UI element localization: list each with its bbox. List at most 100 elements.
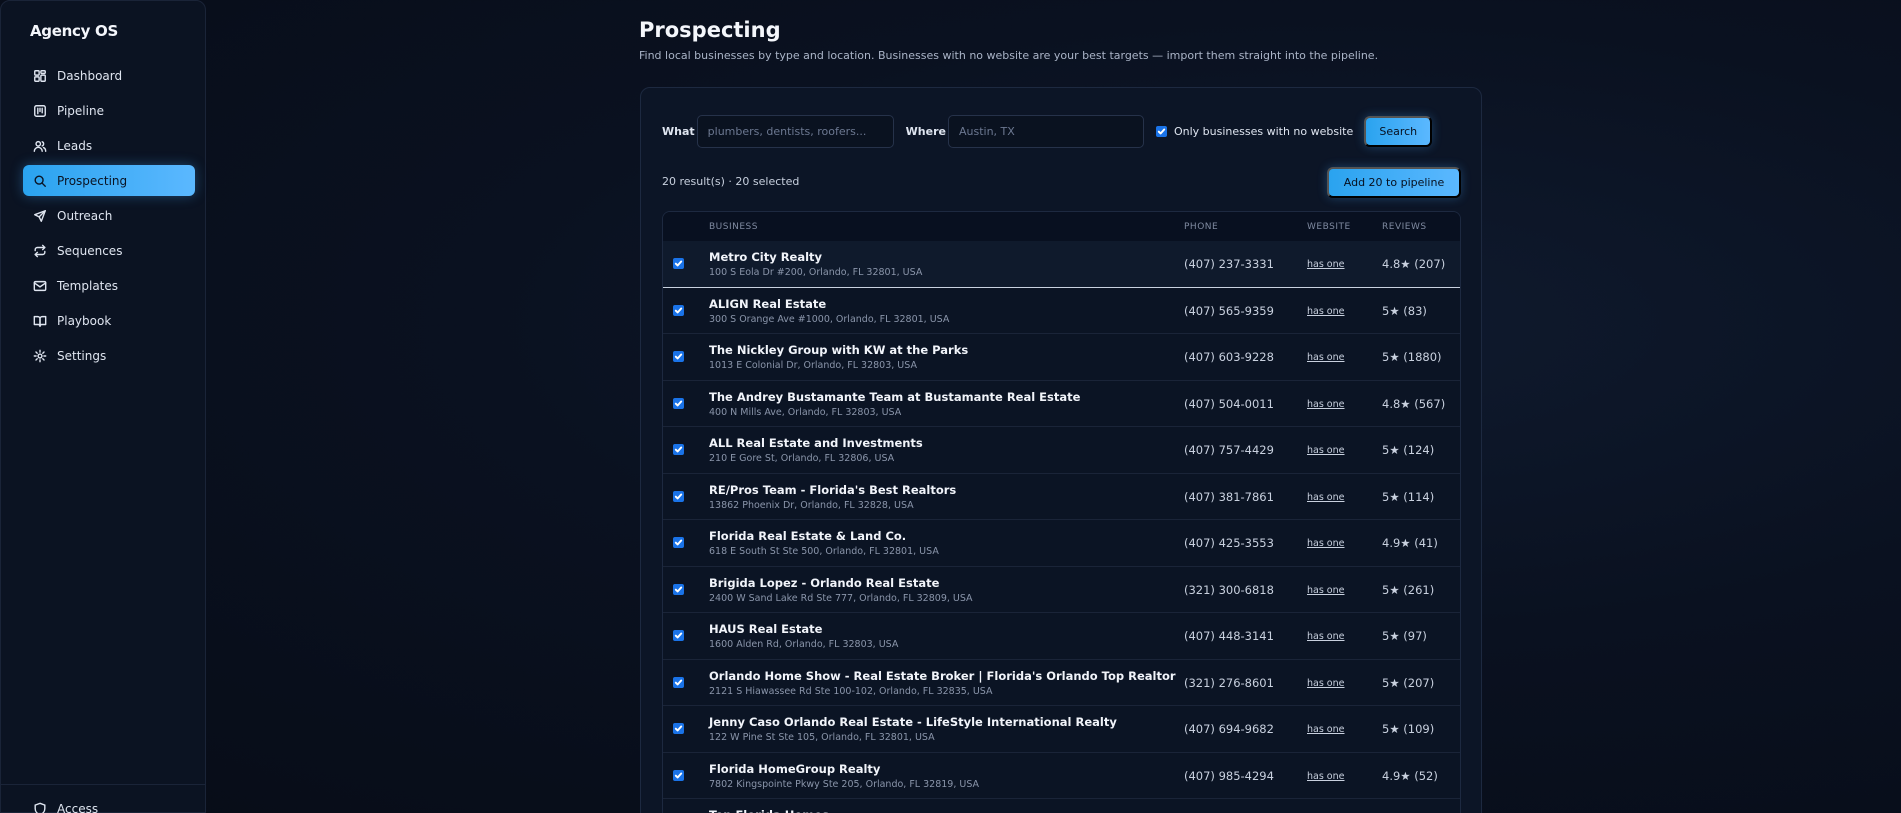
table-row[interactable]: The Andrey Bustamante Team at Bustamante…	[663, 381, 1460, 427]
sidebar-item-sequences[interactable]: Sequences	[23, 235, 195, 266]
sidebar-item-settings[interactable]: Settings	[23, 340, 195, 371]
gear-icon	[33, 349, 47, 362]
business-phone: (321) 276-8601	[1184, 675, 1274, 690]
sidebar-item-label: Templates	[57, 278, 119, 293]
row-checkbox[interactable]	[673, 304, 684, 316]
website-link[interactable]: has one	[1307, 259, 1345, 270]
business-phone: (407) 985-4294	[1184, 768, 1274, 783]
sidebar-item-dashboard[interactable]: Dashboard	[23, 60, 195, 91]
row-checkbox[interactable]	[673, 583, 684, 595]
table-row[interactable]: Metro City Realty 100 S Eola Dr #200, Orl…	[663, 241, 1460, 288]
shield-icon	[34, 802, 46, 813]
business-reviews: 4.8★ (567)	[1382, 396, 1446, 411]
business-name: The Nickley Group with KW at the Parks	[709, 343, 969, 357]
sidebar-nav: Dashboard Pipeline Leads Prospecting Out…	[1, 60, 205, 371]
business-reviews: 4.9★ (41)	[1382, 536, 1438, 550]
table-row[interactable]: Brigida Lopez - Orlando Real Estate 2400 …	[663, 567, 1460, 613]
table-row[interactable]: The Nickley Group with KW at the Parks 10…	[663, 334, 1460, 381]
website-link[interactable]: has one	[1307, 306, 1345, 317]
row-checkbox[interactable]	[673, 351, 684, 362]
sidebar-item-label: Dashboard	[57, 68, 123, 83]
table-row[interactable]: Florida HomeGroup Realty 7802 Kingspointe…	[663, 753, 1460, 799]
business-reviews: 5★ (124)	[1382, 443, 1435, 457]
no-website-checkbox[interactable]	[1155, 125, 1167, 137]
business-address: 2121 S Hiawassee Rd Ste 100-102, Orlando…	[709, 685, 993, 697]
website-link[interactable]: has one	[1307, 445, 1345, 456]
website-link[interactable]: has one	[1307, 771, 1345, 782]
sidebar-item-label: Pipeline	[57, 103, 104, 118]
website-link[interactable]: has one	[1307, 585, 1345, 596]
sidebar: Agency OS Dashboard Pipeline Leads Prosp…	[0, 0, 206, 813]
where-label: Where	[905, 124, 946, 138]
business-name: RE/Pros Team - Florida's Best Realtors	[709, 482, 957, 497]
website-link[interactable]: has one	[1307, 492, 1345, 503]
sidebar-item-leads[interactable]: Leads	[23, 130, 195, 161]
business-phone: (407) 603-9228	[1184, 350, 1274, 364]
website-link[interactable]: has one	[1307, 352, 1345, 363]
business-name: Metro City Realty	[709, 250, 823, 264]
sidebar-item-pipeline[interactable]: Pipeline	[23, 95, 195, 126]
row-checkbox[interactable]	[673, 676, 684, 688]
where-input[interactable]: Austin, TX	[947, 114, 1144, 148]
business-reviews: 4.9★ (52)	[1382, 768, 1438, 783]
business-address: 1013 E Colonial Dr, Orlando, FL 32803, U…	[709, 360, 917, 371]
business-name: ALL Real Estate and Investments	[709, 436, 923, 450]
table-row[interactable]: Florida Real Estate & Land Co. 618 E Sout…	[663, 520, 1460, 567]
row-checkbox[interactable]	[673, 258, 684, 269]
sidebar-item-prospecting[interactable]: Prospecting	[23, 165, 195, 196]
add-to-pipeline-button[interactable]: Add 20 to pipeline	[1327, 167, 1461, 198]
results-summary: 20 result(s) · 20 selected	[662, 175, 800, 188]
business-address: 2400 W Sand Lake Rd Ste 777, Orlando, FL…	[709, 592, 973, 604]
table-row[interactable]: Top Florida Homes	[663, 799, 1460, 813]
page-title: Prospecting	[639, 18, 781, 42]
website-link[interactable]: has one	[1307, 678, 1345, 689]
no-website-label: Only businesses with no website	[1173, 124, 1354, 138]
row-checkbox[interactable]	[673, 444, 684, 455]
table-row[interactable]: Orlando Home Show - Real Estate Broker |…	[663, 660, 1460, 706]
column-header-phone: PHONE	[1184, 222, 1219, 232]
table-row[interactable]: HAUS Real Estate 1600 Alden Rd, Orlando, …	[663, 613, 1460, 660]
what-placeholder: plumbers, dentists, roofers...	[707, 124, 867, 138]
sidebar-item-label: Sequences	[57, 243, 123, 258]
sidebar-item-playbook[interactable]: Playbook	[23, 305, 195, 336]
sidebar-item-access[interactable]: Access	[33, 802, 98, 813]
table-row[interactable]: Jenny Caso Orlando Real Estate - LifeSty…	[663, 706, 1460, 753]
sidebar-item-label: Prospecting	[57, 173, 128, 188]
row-checkbox[interactable]	[673, 769, 684, 781]
table-row[interactable]: ALIGN Real Estate 300 S Orange Ave #1000,…	[663, 288, 1460, 334]
check-icon	[674, 400, 683, 406]
prospecting-card: What plumbers, dentists, roofers... Wher…	[640, 87, 1482, 813]
table-row[interactable]: ALL Real Estate and Investments 210 E Gor…	[663, 427, 1460, 474]
website-link[interactable]: has one	[1307, 399, 1345, 410]
business-phone: (407) 757-4429	[1184, 443, 1274, 457]
website-link[interactable]: has one	[1307, 538, 1345, 549]
business-address: 100 S Eola Dr #200, Orlando, FL 32801, U…	[709, 267, 923, 278]
sidebar-item-outreach[interactable]: Outreach	[23, 200, 195, 231]
business-name: Jenny Caso Orlando Real Estate - LifeSty…	[709, 715, 1117, 729]
business-phone: (407) 237-3331	[1184, 257, 1274, 271]
what-input[interactable]: plumbers, dentists, roofers...	[696, 114, 894, 148]
check-icon	[674, 446, 683, 453]
website-link[interactable]: has one	[1307, 631, 1345, 642]
row-checkbox[interactable]	[673, 397, 684, 409]
business-name: HAUS Real Estate	[709, 622, 823, 636]
where-placeholder: Austin, TX	[958, 124, 1015, 138]
check-icon	[674, 679, 683, 685]
sidebar-item-templates[interactable]: Templates	[23, 270, 195, 301]
table-row[interactable]: RE/Pros Team - Florida's Best Realtors 13…	[663, 474, 1460, 520]
search-button[interactable]: Search	[1364, 115, 1433, 147]
business-phone: (407) 381-7861	[1184, 489, 1274, 504]
business-reviews: 5★ (114)	[1382, 489, 1435, 504]
check-icon	[674, 260, 683, 267]
row-checkbox[interactable]	[673, 630, 684, 641]
dashboard-icon	[34, 69, 46, 82]
business-phone: (407) 425-3553	[1184, 536, 1274, 550]
row-checkbox[interactable]	[673, 490, 684, 502]
users-icon	[33, 140, 47, 152]
check-icon	[674, 632, 683, 639]
website-link[interactable]: has one	[1307, 724, 1345, 735]
row-checkbox[interactable]	[673, 537, 684, 548]
row-checkbox[interactable]	[673, 723, 684, 734]
sidebar-divider	[1, 784, 205, 785]
business-phone: (407) 448-3141	[1184, 629, 1274, 643]
